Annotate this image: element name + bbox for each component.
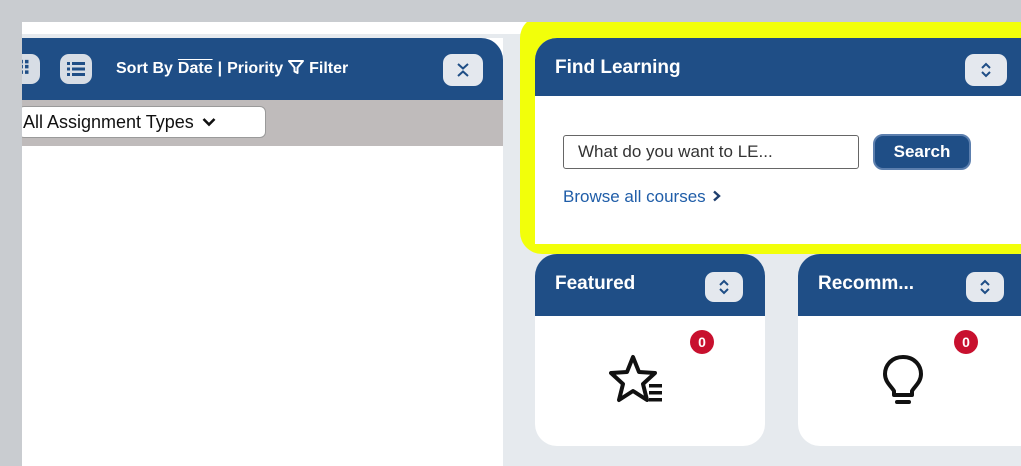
learning-search-input[interactable] <box>563 135 859 169</box>
featured-card[interactable]: Featured 0 <box>535 254 765 446</box>
assignment-type-select[interactable]: All Assignment Types <box>22 106 266 138</box>
recommended-header: Recomm... <box>798 254 1021 316</box>
browse-all-courses-link[interactable]: Browse all courses <box>563 187 721 207</box>
recommended-title: Recomm... <box>818 273 915 294</box>
list-view-button[interactable] <box>60 54 92 84</box>
recommended-count-badge: 0 <box>954 330 978 354</box>
find-learning-toggle-button[interactable] <box>965 54 1007 86</box>
featured-title: Featured <box>555 273 636 294</box>
find-learning-header: Find Learning <box>535 38 1021 96</box>
grid-view-icon: ⠿ <box>22 58 31 80</box>
lightbulb-icon <box>880 353 926 414</box>
star-list-icon <box>609 353 679 416</box>
assignments-panel: ⠿ Sort By Date | Priority Filter All Ass… <box>22 38 503 466</box>
filter-icon[interactable] <box>288 59 305 79</box>
featured-count-badge: 0 <box>690 330 714 354</box>
chevron-down-icon <box>202 115 216 130</box>
recommended-card[interactable]: Recomm... 0 <box>798 254 1021 446</box>
featured-header: Featured <box>535 254 765 316</box>
sort-date-link[interactable]: Date <box>178 60 213 78</box>
assignments-header: ⠿ Sort By Date | Priority Filter <box>22 38 503 100</box>
browse-link-label: Browse all courses <box>563 187 706 206</box>
sort-by-label: Sort By <box>116 60 173 77</box>
chevron-right-icon <box>712 187 721 207</box>
find-learning-card: Find Learning Search Browse all courses <box>535 38 1021 244</box>
expand-collapse-icon <box>980 279 990 295</box>
sort-controls: Sort By Date | Priority Filter <box>116 59 348 79</box>
assignment-type-value: All Assignment Types <box>23 111 194 132</box>
grid-view-button[interactable]: ⠿ <box>22 54 40 84</box>
filter-link[interactable]: Filter <box>309 60 348 78</box>
featured-toggle-button[interactable] <box>705 272 743 302</box>
search-button[interactable]: Search <box>873 134 971 170</box>
page: ⠿ Sort By Date | Priority Filter All Ass… <box>22 22 1021 466</box>
sort-separator: | <box>217 60 223 77</box>
sort-priority-link[interactable]: Priority <box>227 60 283 78</box>
collapse-button[interactable] <box>443 54 483 86</box>
expand-collapse-icon <box>719 279 729 295</box>
list-view-icon <box>67 62 85 76</box>
recommended-toggle-button[interactable] <box>966 272 1004 302</box>
expand-collapse-icon <box>981 62 991 78</box>
assignment-filter-bar: All Assignment Types <box>22 100 503 146</box>
find-learning-title: Find Learning <box>555 57 681 78</box>
collapse-icon <box>457 63 469 77</box>
